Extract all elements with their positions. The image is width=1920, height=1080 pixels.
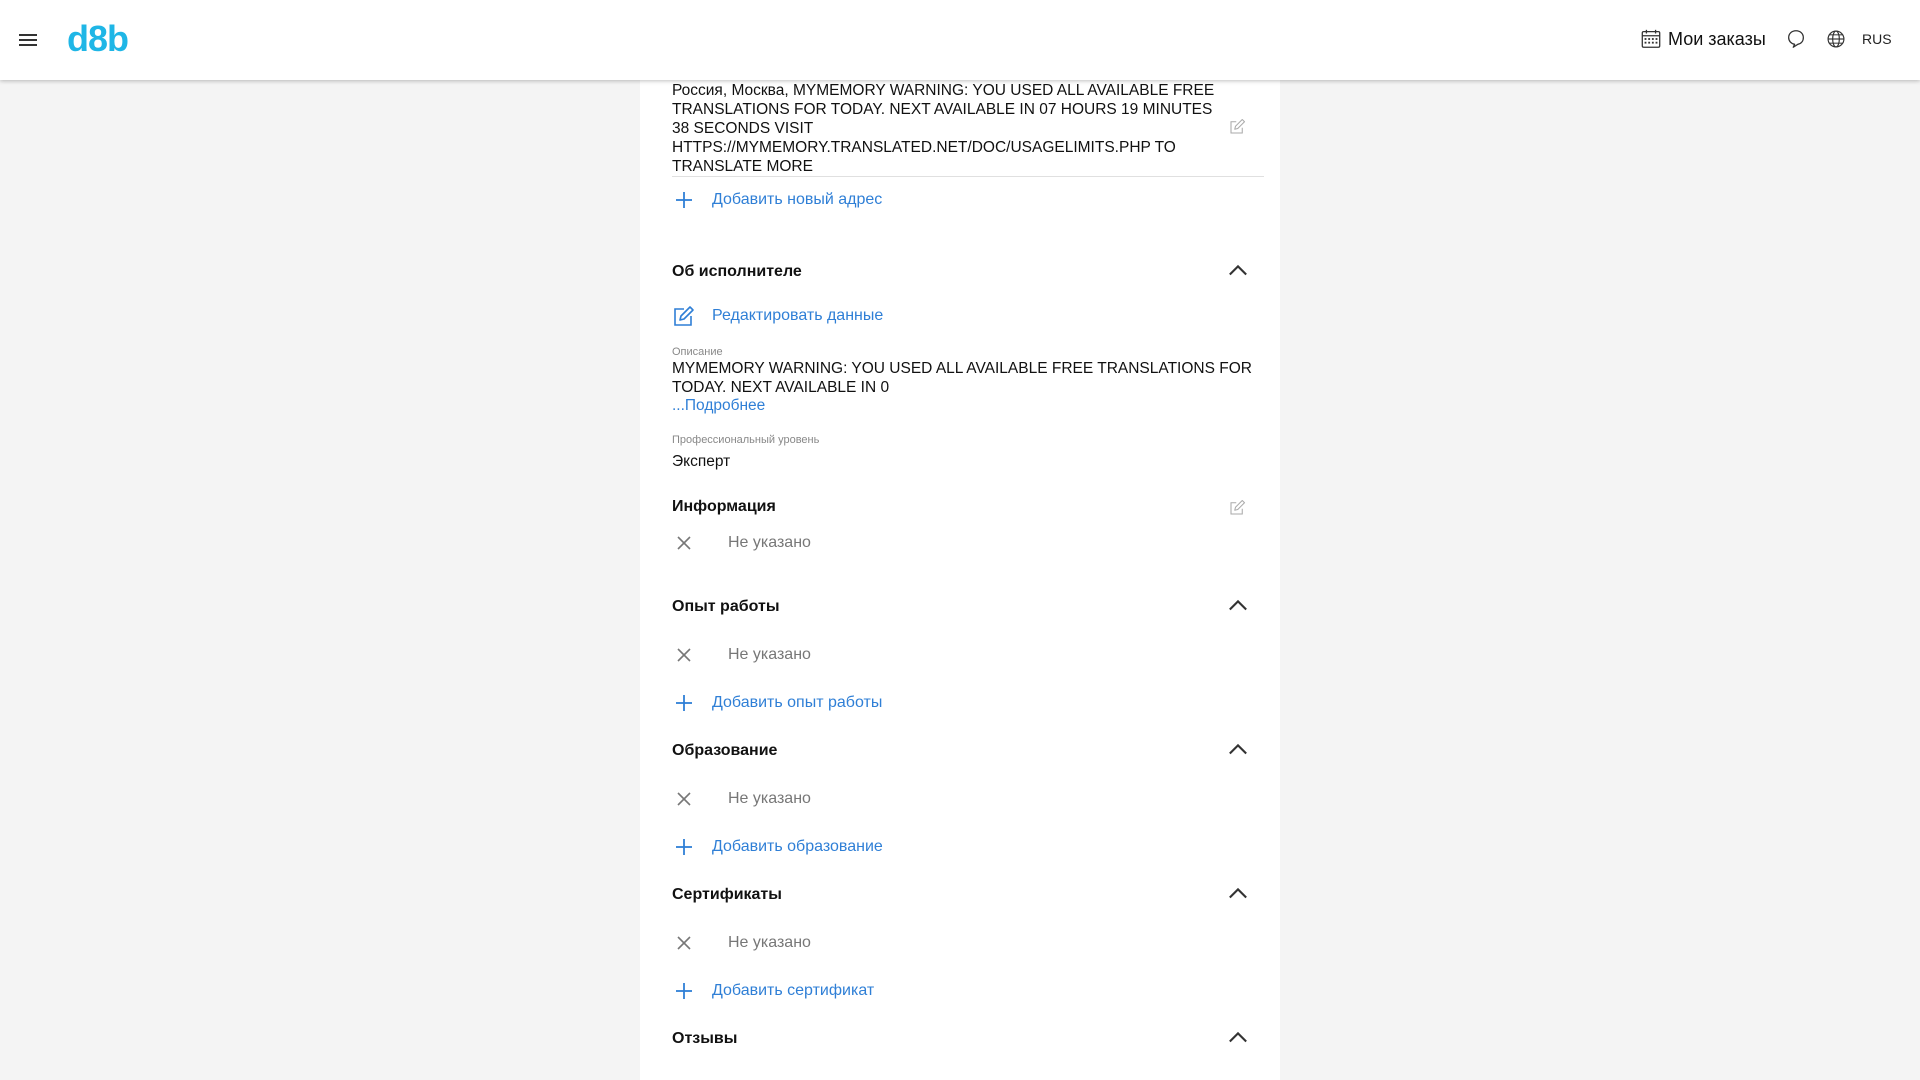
more-link[interactable]: ...Подробнее [672,397,765,415]
level-value: Эксперт [672,453,731,470]
plus-icon [676,839,692,855]
add-experience-button[interactable]: Добавить опыт работы [672,691,882,715]
add-certificate-button[interactable]: Добавить сертификат [672,979,874,1003]
close-icon [677,648,691,662]
profile-panel: Россия, Москва, MYMEMORY WARNING: YOU US… [640,80,1280,1080]
plus-icon [676,695,692,711]
description-label: Описание [672,346,723,358]
address-text: Россия, Москва, MYMEMORY WARNING: YOU US… [672,82,1215,175]
add-address-button[interactable]: Добавить новый адрес [672,188,882,212]
certificates-empty-text: Не указано [728,934,811,951]
calendar-icon [1641,29,1661,48]
certificates-section-title: Сертификаты [672,886,782,903]
edit-data-button[interactable]: Редактировать данные [672,304,883,328]
chevron-up-icon[interactable] [1224,1024,1252,1052]
language-selector[interactable]: RUS [1862,31,1892,47]
experience-section-title: Опыт работы [672,598,780,615]
experience-empty-text: Не указано [728,646,811,663]
level-label: Профессиональный уровень [672,434,820,446]
chevron-up-icon[interactable] [1224,592,1252,620]
logo[interactable]: d8b [67,18,129,60]
top-bar: d8b Мои заказы RUS [0,0,1920,80]
chat-icon[interactable] [1785,28,1807,50]
education-section-title: Образование [672,742,778,759]
close-icon [677,936,691,950]
chevron-up-icon[interactable] [1224,880,1252,908]
edit-icon[interactable] [1228,118,1246,136]
add-education-label: Добавить образование [712,838,883,855]
my-orders-label: Мои заказы [1668,28,1766,49]
reviews-section-title: Отзывы [672,1030,738,1047]
about-section-title: Об исполнителе [672,263,802,280]
chevron-up-icon[interactable] [1224,736,1252,764]
menu-icon[interactable] [16,28,40,52]
chevron-up-icon[interactable] [1224,257,1252,285]
info-empty-row: Не указано [672,531,811,555]
description-text: MYMEMORY WARNING: YOU USED ALL AVAILABLE… [672,360,1252,396]
info-empty-text: Не указано [728,534,811,551]
edit-icon[interactable] [1228,499,1246,517]
experience-empty-row: Не указано [672,643,811,667]
add-education-button[interactable]: Добавить образование [672,835,883,859]
close-icon [677,536,691,550]
plus-icon [676,192,692,208]
education-empty-row: Не указано [672,787,811,811]
edit-data-label: Редактировать данные [712,307,884,324]
close-icon [677,792,691,806]
edit-icon [674,306,694,326]
info-section-title: Информация [672,498,776,515]
address-row: Россия, Москва, MYMEMORY WARNING: YOU US… [672,80,1264,177]
globe-icon[interactable] [1826,29,1846,49]
add-experience-label: Добавить опыт работы [712,694,883,711]
add-certificate-label: Добавить сертификат [712,982,875,999]
education-empty-text: Не указано [728,790,811,807]
add-address-label: Добавить новый адрес [712,191,883,208]
plus-icon [676,983,692,999]
certificates-empty-row: Не указано [672,931,811,955]
my-orders-button[interactable]: Мои заказы [1640,28,1766,50]
